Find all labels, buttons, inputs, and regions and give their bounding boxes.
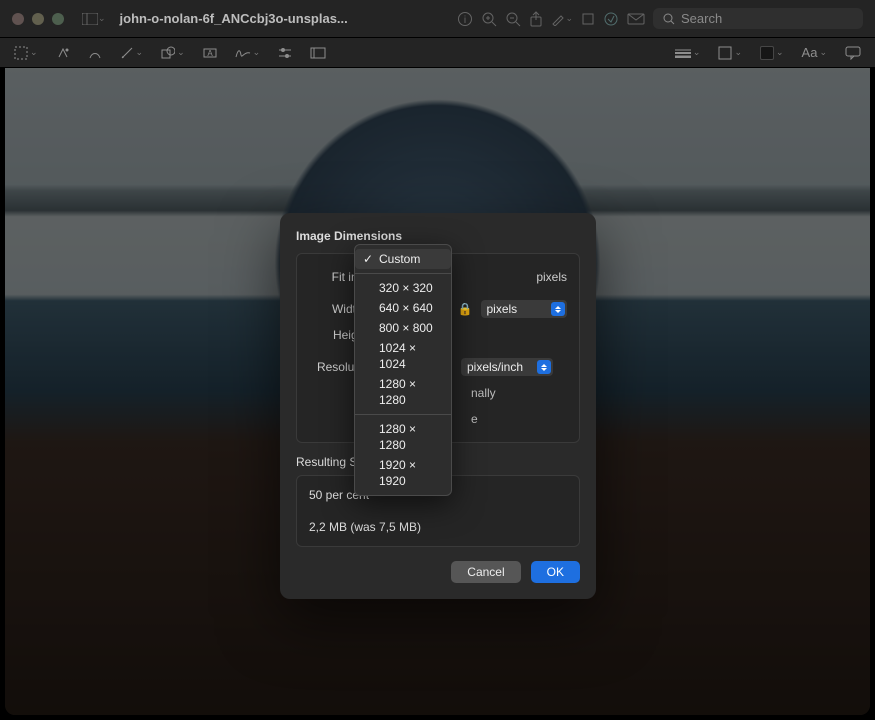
resample-tail: e xyxy=(471,412,478,426)
minimize-window-button[interactable] xyxy=(32,13,44,25)
resolution-unit-select[interactable]: pixels/inch xyxy=(461,358,553,376)
sketch-icon[interactable] xyxy=(88,46,102,60)
fit-option[interactable]: 1280 × 1280 xyxy=(355,374,451,410)
zoom-out-icon[interactable] xyxy=(505,11,521,27)
annotate-icon[interactable] xyxy=(845,46,861,60)
result-filesize: 2,2 MB (was 7,5 MB) xyxy=(309,520,567,534)
adjust-size-icon[interactable] xyxy=(310,47,326,59)
edit-toolbar: ⌄ ⌄ ⌄ A ⌄ ⌄ ⌄ ⌄ Aa⌄ xyxy=(0,38,875,68)
zoom-in-icon[interactable] xyxy=(481,11,497,27)
window-controls xyxy=(12,13,64,25)
fit-into-unit: pixels xyxy=(536,270,567,284)
window-title: john-o-nolan-6f_ANCcbj3o-unsplas... xyxy=(120,11,348,26)
markup-icon[interactable] xyxy=(603,11,619,27)
width-unit-select[interactable]: pixels xyxy=(481,300,568,318)
border-color-icon[interactable]: ⌄ xyxy=(718,46,742,60)
highlight-icon[interactable]: ⌄ xyxy=(551,12,573,26)
fit-option[interactable]: 1024 × 1024 xyxy=(355,338,451,374)
search-placeholder: Search xyxy=(681,11,722,26)
menu-separator xyxy=(355,273,451,274)
fit-option-custom[interactable]: Custom xyxy=(355,249,451,269)
shapes-icon[interactable]: ⌄ xyxy=(161,46,185,60)
share-icon[interactable] xyxy=(529,11,543,27)
selection-tool-icon[interactable]: ⌄ xyxy=(14,46,38,60)
titlebar: ⌄ john-o-nolan-6f_ANCcbj3o-unsplas... i … xyxy=(0,0,875,38)
cancel-button[interactable]: Cancel xyxy=(451,561,520,583)
instant-alpha-icon[interactable] xyxy=(56,46,70,60)
svg-text:A: A xyxy=(207,49,213,58)
sign-icon[interactable]: ⌄ xyxy=(235,47,261,59)
fill-color-icon[interactable]: ⌄ xyxy=(760,46,784,60)
scale-proportionally-tail: nally xyxy=(471,386,496,400)
fit-option[interactable]: 1920 × 1920 xyxy=(355,455,451,491)
line-style-icon[interactable]: ⌄ xyxy=(675,47,701,58)
search-field[interactable]: Search xyxy=(653,8,863,29)
svg-text:i: i xyxy=(464,15,466,26)
fit-into-dropdown[interactable]: Custom 320 × 320 640 × 640 800 × 800 102… xyxy=(354,244,452,496)
text-icon[interactable]: A xyxy=(203,46,217,60)
mail-icon[interactable] xyxy=(627,13,645,25)
text-style-icon[interactable]: Aa⌄ xyxy=(802,45,827,60)
rotate-icon[interactable] xyxy=(581,12,595,26)
fit-option[interactable]: 800 × 800 xyxy=(355,318,451,338)
ok-button[interactable]: OK xyxy=(531,561,580,583)
zoom-window-button[interactable] xyxy=(52,13,64,25)
fit-option[interactable]: 1280 × 1280 xyxy=(355,419,451,455)
lock-aspect-icon[interactable]: 🔒 xyxy=(458,302,473,316)
fit-option[interactable]: 640 × 640 xyxy=(355,298,451,318)
adjust-color-icon[interactable] xyxy=(278,47,292,59)
close-window-button[interactable] xyxy=(12,13,24,25)
dialog-title: Image Dimensions xyxy=(296,229,580,243)
fit-option[interactable]: 320 × 320 xyxy=(355,278,451,298)
info-icon[interactable]: i xyxy=(457,11,473,27)
menu-separator xyxy=(355,414,451,415)
draw-icon[interactable]: ⌄ xyxy=(120,46,144,60)
sidebar-toggle-icon[interactable]: ⌄ xyxy=(82,13,106,25)
search-icon xyxy=(663,13,675,25)
